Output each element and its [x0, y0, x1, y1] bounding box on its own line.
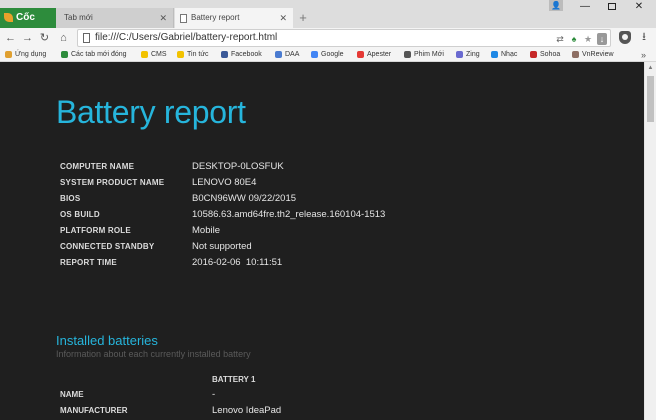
coccoc-leaf-icon: [4, 13, 13, 22]
more-bookmarks-button[interactable]: »: [641, 49, 651, 61]
close-tab-icon[interactable]: ✕: [159, 8, 167, 28]
reload-icon[interactable]: ↻: [38, 31, 51, 45]
bookmark-facebook[interactable]: Facebook: [221, 49, 262, 61]
system-product-name-label: SYSTEM PRODUCT NAME: [60, 178, 165, 187]
daa-icon: [275, 51, 282, 58]
new-tab-button[interactable]: +: [296, 8, 310, 28]
apester-icon: [357, 51, 364, 58]
tab-title: Battery report: [191, 13, 240, 22]
apps-grid-icon: [5, 51, 12, 58]
page-title: Battery report: [56, 94, 246, 130]
installed-batteries-heading: Installed batteries: [56, 333, 158, 348]
bios-value: B0CN96WW 09/22/2015: [192, 193, 297, 204]
vnreview-icon: [572, 51, 579, 58]
back-arrow-icon[interactable]: ←: [4, 31, 17, 45]
connected-standby-value: Not supported: [192, 241, 252, 252]
navigation-toolbar: ← → ↻ ⌂ file:///C:/Users/Gabriel/battery…: [0, 28, 656, 48]
platform-role-label: PLATFORM ROLE: [60, 226, 131, 235]
close-tab-icon[interactable]: ✕: [279, 8, 287, 28]
computer-name-value: DESKTOP-0LOSFUK: [192, 161, 284, 172]
computer-name-label: COMPUTER NAME: [60, 162, 135, 171]
bookmark-zing[interactable]: Zing: [456, 49, 480, 61]
report-page: Battery report COMPUTER NAME DESKTOP-0LO…: [0, 62, 644, 420]
maximize-icon: [608, 2, 616, 10]
phim-moi-icon: [404, 51, 411, 58]
cms-icon: [141, 51, 148, 58]
facebook-icon: [221, 51, 228, 58]
os-build-label: OS BUILD: [60, 210, 100, 219]
tab-battery-report[interactable]: Battery report ✕: [175, 8, 293, 28]
report-time-label: REPORT TIME: [60, 258, 117, 267]
vertical-scrollbar[interactable]: ▲: [644, 62, 656, 420]
forward-arrow-icon[interactable]: →: [21, 31, 34, 45]
bookmark-sohoa[interactable]: Sohoa: [530, 49, 560, 61]
file-icon: [83, 33, 90, 43]
battery-name-value: -: [212, 389, 216, 400]
zing-icon: [456, 51, 463, 58]
translate-icon[interactable]: ⇄: [555, 33, 565, 45]
sohoa-icon: [530, 51, 537, 58]
bookmark-daa[interactable]: DAA: [275, 49, 299, 61]
report-time-value: 2016-02-06 10:11:51: [192, 257, 283, 268]
tab-title: Tab mới: [64, 13, 93, 22]
news-icon: [177, 51, 184, 58]
tab-new-tab[interactable]: Tab mới ✕: [56, 8, 174, 28]
download-video-icon[interactable]: ↓: [597, 33, 607, 45]
user-profile-icon[interactable]: 👤: [549, 0, 563, 11]
battery-manufacturer-value: Lenovo IdeaPad: [212, 405, 282, 416]
bookmark-apester[interactable]: Apester: [357, 49, 391, 61]
scrollbar-thumb[interactable]: [647, 76, 654, 122]
maximize-button[interactable]: [599, 0, 625, 14]
battery-manufacturer-label: MANUFACTURER: [60, 406, 128, 415]
minimize-button[interactable]: —: [572, 0, 598, 14]
bookmarks-bar: Ứng dụng Các tab mới đóng CMS Tin tức Fa…: [0, 48, 656, 62]
music-icon: [491, 51, 498, 58]
platform-role-value: Mobile: [192, 225, 220, 236]
battery-column-header: BATTERY 1: [212, 375, 256, 384]
connected-standby-label: CONNECTED STANDBY: [60, 242, 155, 251]
bookmark-apps[interactable]: Ứng dụng: [5, 49, 46, 61]
coccoc-extension-icon[interactable]: ♠: [569, 33, 579, 45]
page-icon: [180, 14, 187, 23]
bookmark-star-icon[interactable]: ★: [583, 33, 593, 45]
bookmark-recently-closed[interactable]: Các tab mới đóng: [61, 49, 127, 61]
download-icon[interactable]: ⭳: [637, 29, 651, 45]
bookmark-cms[interactable]: CMS: [141, 49, 167, 61]
bookmark-tin-tuc[interactable]: Tin tức: [177, 49, 209, 61]
bookmark-phim-moi[interactable]: Phim Mới: [404, 49, 444, 61]
bookmark-vnreview[interactable]: VnReview: [572, 49, 614, 61]
home-icon[interactable]: ⌂: [57, 31, 70, 45]
browser-logo[interactable]: Cốc Cốc: [0, 8, 56, 43]
system-product-name-value: LENOVO 80E4: [192, 177, 257, 188]
bookmark-google[interactable]: Google: [311, 49, 344, 61]
tab-strip: Cốc Cốc Tab mới ✕ Battery report ✕ + 👤 —…: [0, 0, 656, 43]
installed-batteries-subtitle: Information about each currently install…: [56, 349, 251, 359]
address-bar[interactable]: file:///C:/Users/Gabriel/battery-report.…: [77, 29, 611, 47]
extension-shield-icon[interactable]: [619, 31, 631, 44]
battery-name-label: NAME: [60, 390, 84, 399]
bios-label: BIOS: [60, 194, 81, 203]
address-url[interactable]: file:///C:/Users/Gabriel/battery-report.…: [95, 30, 277, 46]
bookmark-nhac[interactable]: Nhạc: [491, 49, 517, 61]
recent-tabs-icon: [61, 51, 68, 58]
close-window-button[interactable]: ✕: [626, 0, 652, 14]
google-icon: [311, 51, 318, 58]
scroll-up-arrow-icon[interactable]: ▲: [645, 64, 656, 72]
os-build-value: 10586.63.amd64fre.th2_release.160104-151…: [192, 209, 386, 220]
